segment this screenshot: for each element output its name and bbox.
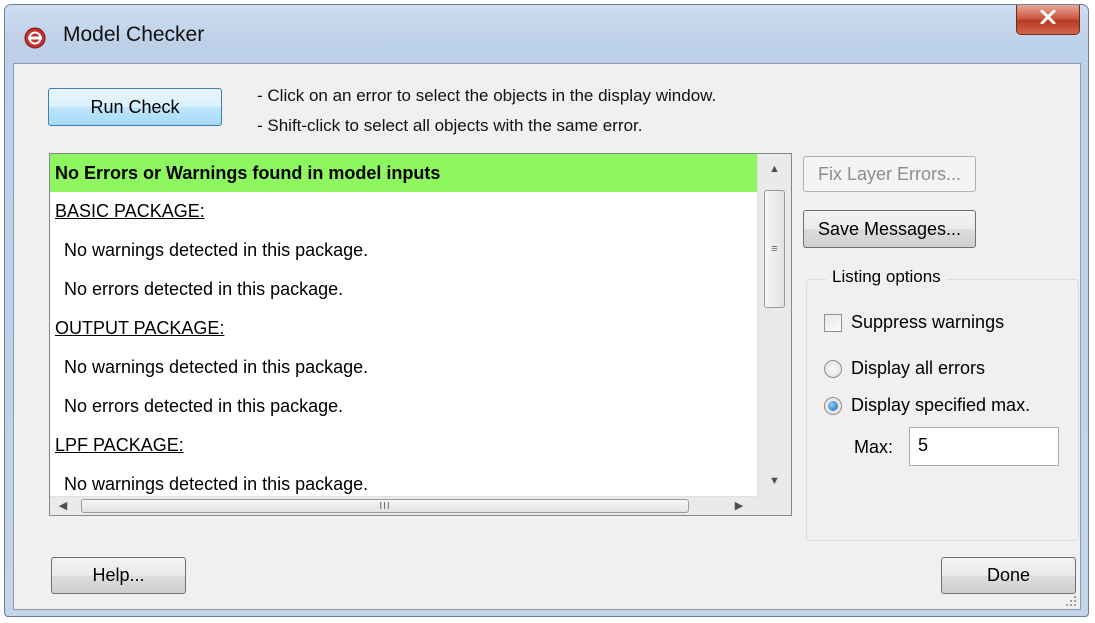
arrow-down-icon: ▼ bbox=[769, 475, 780, 487]
list-item[interactable]: No errors detected in this package. bbox=[50, 387, 757, 426]
hint-click: - Click on an error to select the object… bbox=[257, 86, 717, 105]
horizontal-scroll-thumb[interactable]: III bbox=[81, 499, 689, 513]
arrow-left-icon: ◀ bbox=[58, 500, 68, 512]
list-item-package-header[interactable]: LPF PACKAGE: bbox=[50, 426, 757, 465]
messages-list: No Errors or Warnings found in model inp… bbox=[50, 154, 757, 496]
list-item[interactable]: No warnings detected in this package. bbox=[50, 348, 757, 387]
scroll-left-button[interactable]: ◀ bbox=[50, 497, 76, 514]
display-specified-max-radio[interactable] bbox=[824, 397, 842, 415]
arrow-up-icon: ▲ bbox=[769, 163, 780, 175]
display-all-errors-radio[interactable] bbox=[824, 360, 842, 378]
title-bar: Model Checker bbox=[5, 5, 1088, 63]
scroll-up-button[interactable]: ▲ bbox=[758, 154, 791, 184]
max-label: Max: bbox=[854, 437, 894, 457]
messages-listbox[interactable]: No Errors or Warnings found in model inp… bbox=[49, 153, 792, 516]
scroll-corner bbox=[757, 496, 791, 515]
list-item[interactable]: No warnings detected in this package. bbox=[50, 231, 757, 270]
close-icon bbox=[1040, 9, 1056, 29]
vertical-scroll-thumb[interactable]: ≡ bbox=[764, 190, 785, 308]
scroll-down-button[interactable]: ▼ bbox=[758, 466, 791, 496]
scroll-right-button[interactable]: ▶ bbox=[726, 497, 752, 514]
list-item-summary[interactable]: No Errors or Warnings found in model inp… bbox=[50, 154, 757, 192]
suppress-warnings-label[interactable]: Suppress warnings bbox=[851, 312, 1004, 333]
app-logo-icon bbox=[24, 27, 46, 49]
list-item[interactable]: No warnings detected in this package. bbox=[50, 465, 757, 496]
display-all-errors-label[interactable]: Display all errors bbox=[851, 358, 985, 379]
grip-icon: III bbox=[379, 500, 391, 512]
help-button[interactable]: Help... bbox=[51, 557, 186, 594]
run-check-button[interactable]: Run Check bbox=[48, 88, 222, 126]
fix-layer-errors-button[interactable]: Fix Layer Errors... bbox=[803, 156, 976, 192]
grip-icon: ≡ bbox=[771, 243, 778, 255]
hint-shift-click: - Shift-click to select all objects with… bbox=[257, 116, 643, 135]
save-messages-button[interactable]: Save Messages... bbox=[803, 210, 976, 248]
horizontal-scrollbar[interactable]: ◀ III ▶ bbox=[50, 496, 757, 515]
close-button[interactable] bbox=[1016, 5, 1080, 35]
done-label: Done bbox=[986, 565, 1031, 585]
max-input[interactable]: 5 bbox=[909, 427, 1059, 466]
fix-layer-errors-label: Fix Layer Errors... bbox=[817, 163, 962, 184]
list-item-package-header[interactable]: BASIC PACKAGE: bbox=[50, 192, 757, 231]
window-title: Model Checker bbox=[63, 23, 205, 46]
save-messages-label: Save Messages... bbox=[817, 218, 962, 239]
arrow-right-icon: ▶ bbox=[734, 500, 744, 512]
listing-options-title: Listing options bbox=[826, 267, 947, 287]
dialog-client-area: Run Check - Click on an error to select … bbox=[13, 63, 1081, 610]
suppress-warnings-checkbox[interactable] bbox=[824, 314, 842, 332]
resize-grip-icon[interactable] bbox=[1065, 594, 1077, 606]
done-button[interactable]: Done bbox=[941, 557, 1076, 594]
run-check-label: Run Check bbox=[90, 96, 180, 117]
vertical-scrollbar[interactable]: ▲ ≡ ▼ bbox=[757, 154, 791, 496]
list-item[interactable]: No errors detected in this package. bbox=[50, 270, 757, 309]
display-specified-max-label[interactable]: Display specified max. bbox=[851, 395, 1030, 416]
model-checker-window: Model Checker Run Check - Click on an er… bbox=[4, 4, 1089, 617]
help-label: Help... bbox=[92, 565, 145, 585]
list-item-package-header[interactable]: OUTPUT PACKAGE: bbox=[50, 309, 757, 348]
